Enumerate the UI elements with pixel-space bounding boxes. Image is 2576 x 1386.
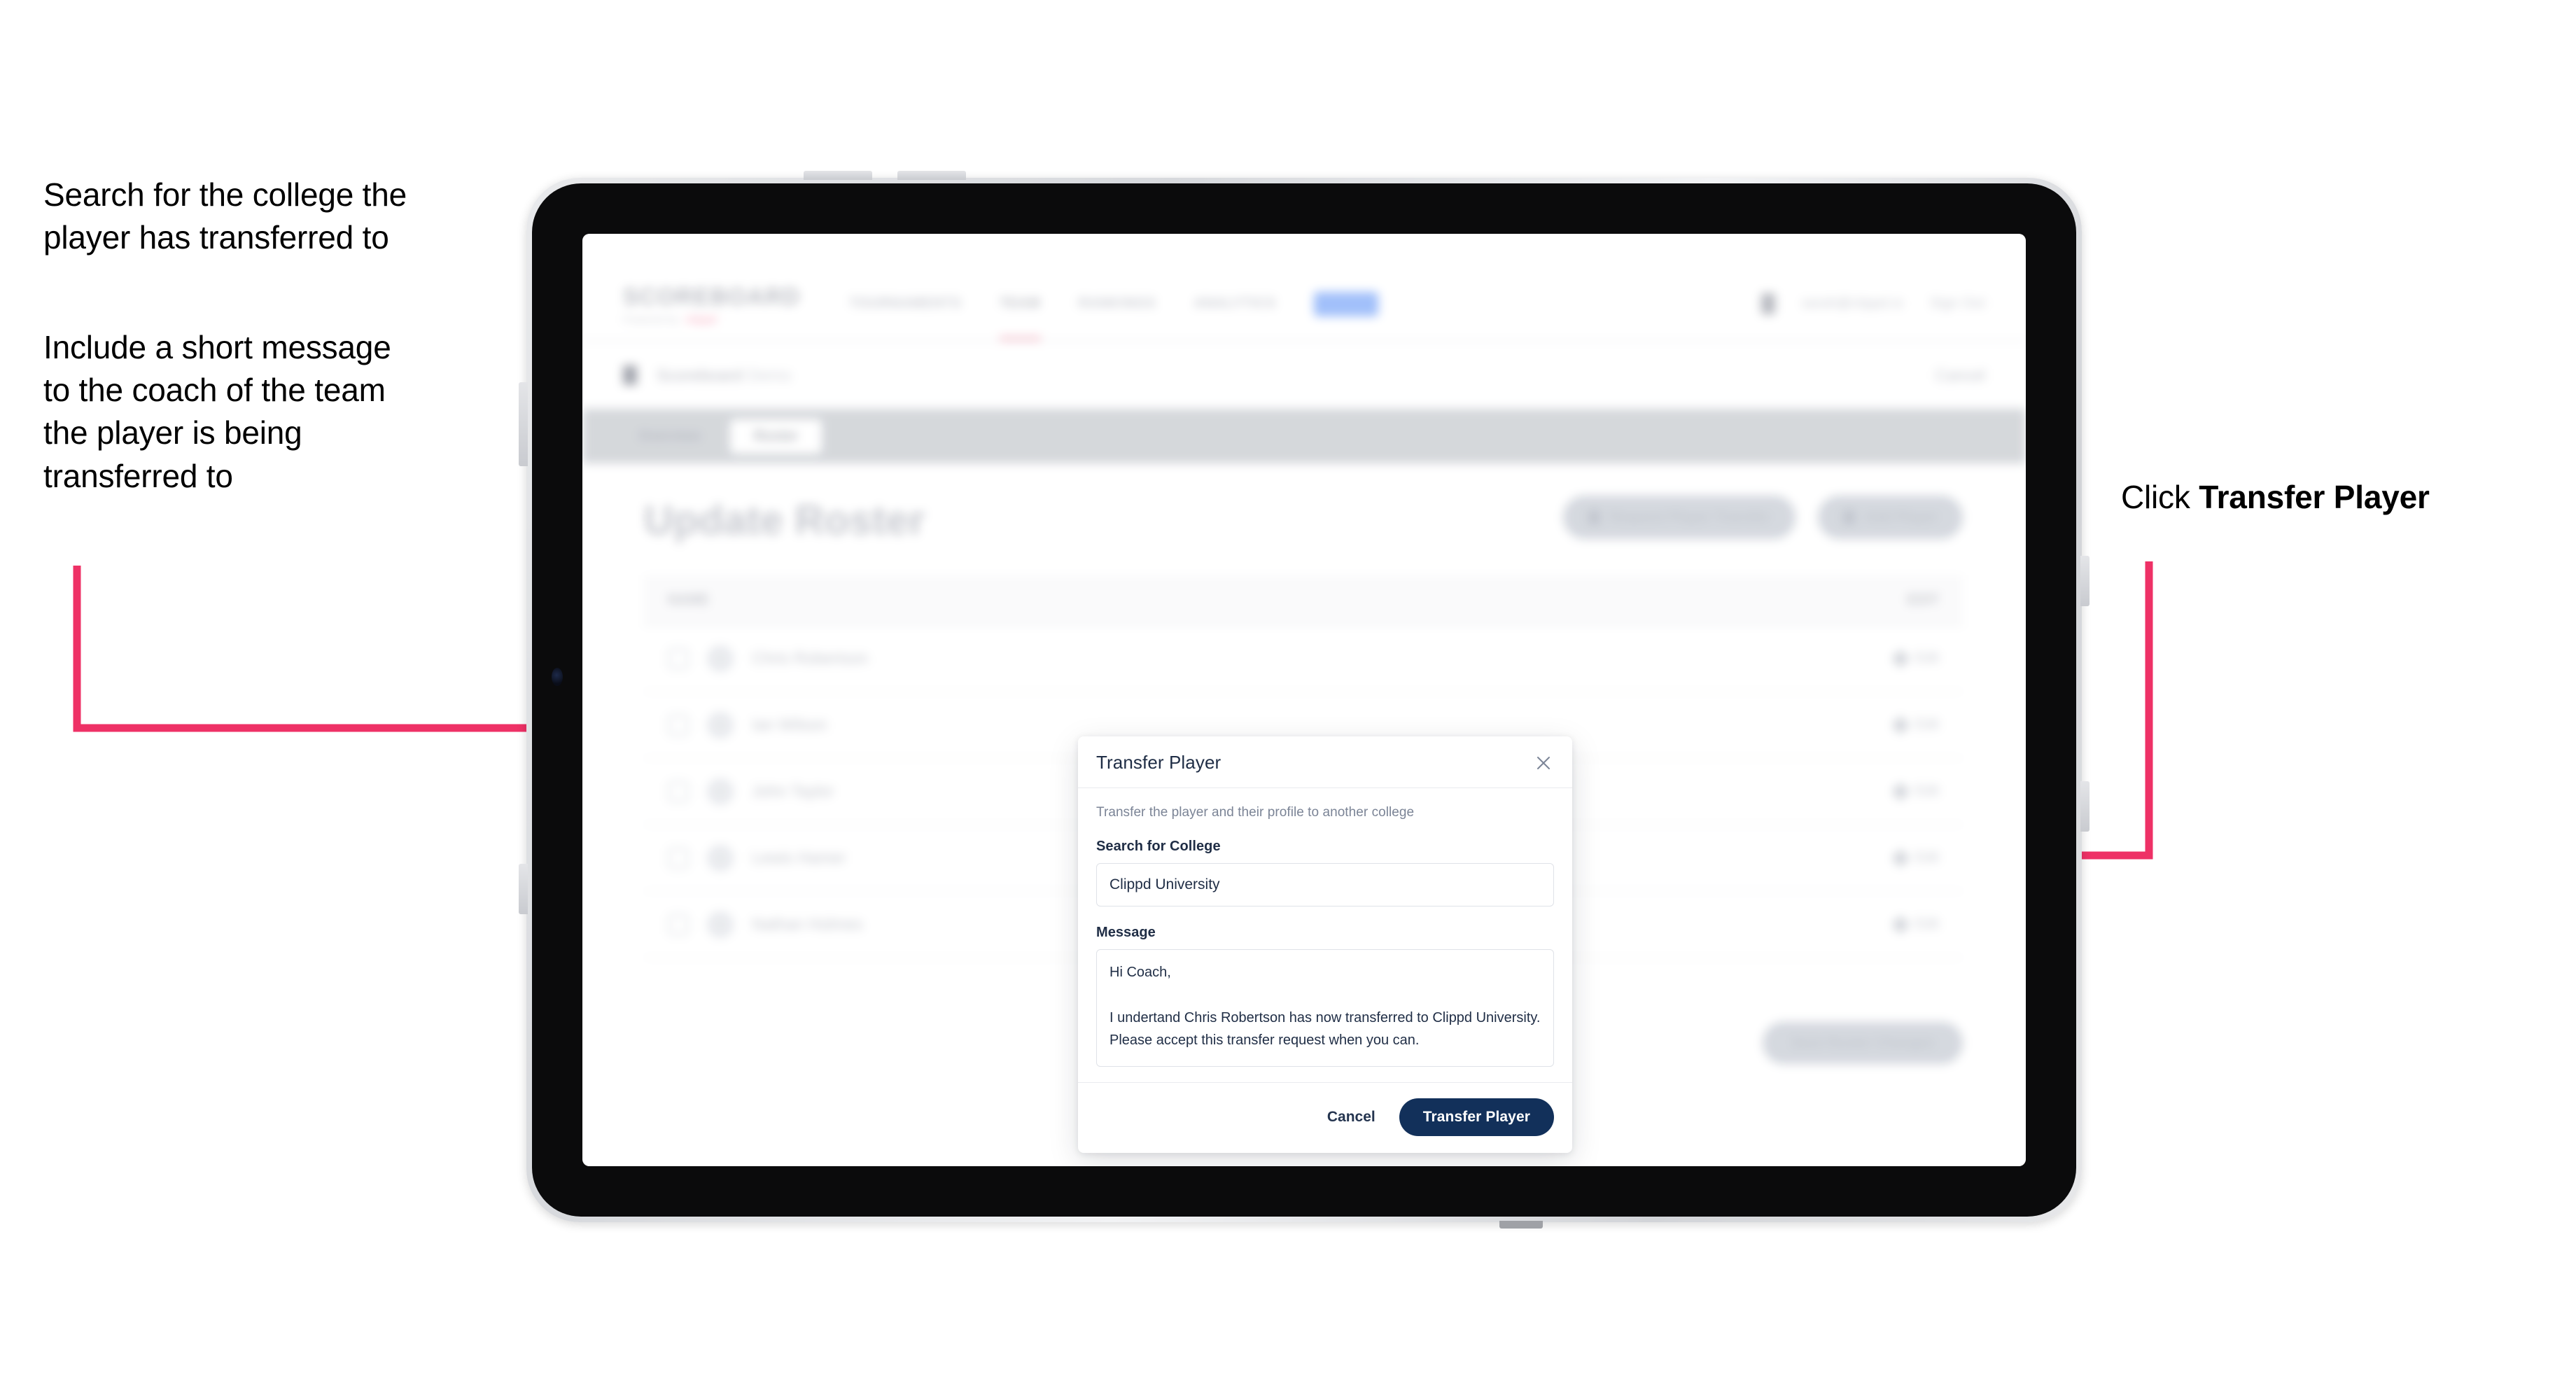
front-camera-icon [552,668,563,686]
volume-up-button[interactable] [804,171,872,180]
message-textarea[interactable]: Hi Coach, I undertand Chris Robertson ha… [1096,949,1554,1067]
dialog-title: Transfer Player [1096,752,1222,773]
side-connector-right-bottom [2080,781,2090,832]
transfer-player-button[interactable]: Transfer Player [1399,1098,1554,1136]
search-college-label: Search for College [1096,839,1221,854]
search-college-input[interactable] [1096,863,1554,906]
annotation-right-bold: Transfer Player [2199,479,2430,515]
message-field-group: Message Hi Coach, I undertand Chris Robe… [1096,925,1554,1067]
power-button[interactable] [519,382,528,466]
tablet-screen: SCOREBOARD Powered by clippd TOURNAMENTS… [582,234,2026,1166]
transfer-player-dialog: Transfer Player Transfer the player and … [1078,736,1572,1153]
annotation-include-message: Include a short message to the coach of … [43,329,391,494]
close-icon[interactable] [1533,752,1554,774]
volume-down-button[interactable] [897,171,966,180]
tablet-device: SCOREBOARD Powered by clippd TOURNAMENTS… [519,171,2090,1228]
message-label: Message [1096,925,1156,940]
bottom-port [1499,1221,1543,1228]
screenshot-canvas: Search for the college the player has tr… [0,0,2576,1386]
side-connector-left [519,864,528,914]
dialog-header: Transfer Player [1078,736,1572,788]
annotation-right-prefix: Click [2121,479,2199,515]
dialog-subtitle: Transfer the player and their profile to… [1096,805,1415,820]
annotation-click-transfer-player: Click Transfer Player [2121,476,2555,519]
annotation-search-college: Search for the college the player has tr… [43,176,407,256]
cancel-button[interactable]: Cancel [1324,1105,1378,1130]
side-connector-right-top [2080,556,2090,606]
dialog-footer: Cancel Transfer Player [1078,1082,1572,1153]
dialog-body: Transfer the player and their profile to… [1078,788,1572,1082]
